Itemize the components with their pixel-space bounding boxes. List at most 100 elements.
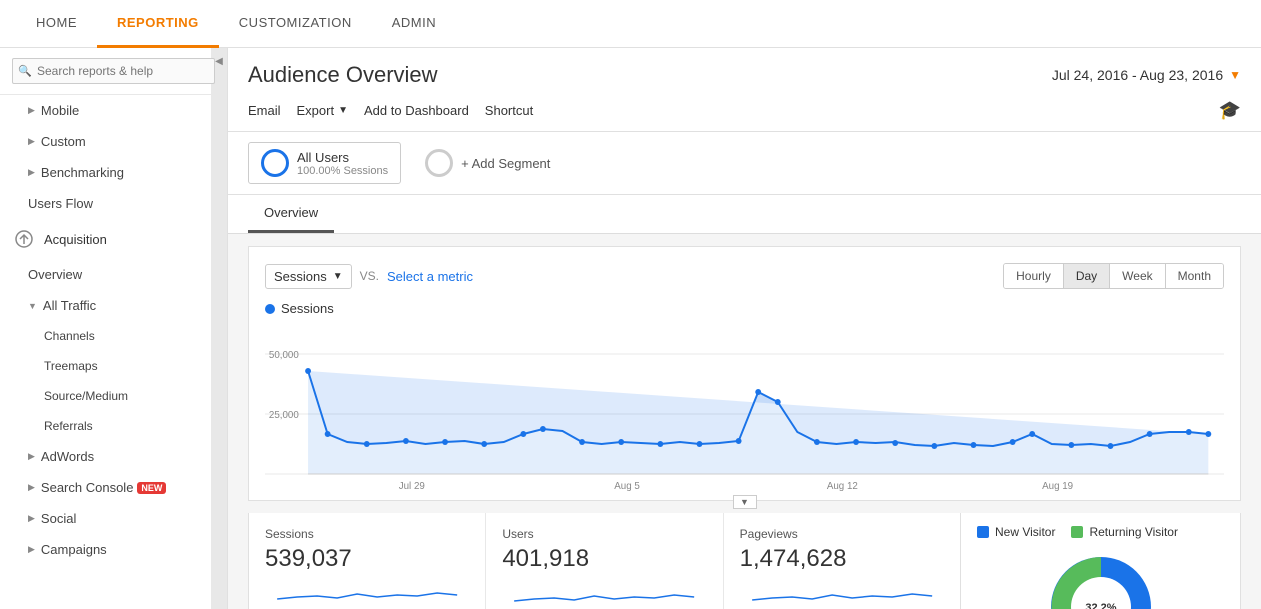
sidebar-item-label: All Traffic [43,298,96,313]
metric-dropdown-arrow-icon: ▼ [333,271,343,282]
bottom-section: Sessions 539,037 Users 401,918 [248,513,1241,609]
sidebar-item-channels[interactable]: Channels [0,321,227,351]
content-header: Audience Overview Jul 24, 2016 - Aug 23,… [228,48,1261,132]
nav-home[interactable]: HOME [16,0,97,48]
tab-overview[interactable]: Overview [248,195,334,233]
nav-reporting[interactable]: REPORTING [97,0,219,48]
stat-sessions: Sessions 539,037 [249,513,486,609]
new-visitor-dot-icon [977,526,989,538]
chart-legend: Sessions [265,301,1224,316]
sidebar-section-audience: ▶ Mobile ▶ Custom ▶ Benchmarking Users F… [0,95,227,219]
export-button[interactable]: Export ▼ [297,103,348,118]
stat-users-value: 401,918 [502,545,706,573]
add-to-dashboard-button[interactable]: Add to Dashboard [364,103,469,118]
acquisition-icon [12,227,36,251]
sidebar-item-adwords[interactable]: ▶ AdWords [0,441,227,472]
stat-users-sparkline [502,579,706,609]
all-users-segment[interactable]: All Users 100.00% Sessions [248,142,401,184]
svg-text:25,000: 25,000 [269,410,299,421]
pie-legend-returning-visitor: Returning Visitor [1071,525,1178,539]
export-label: Export [297,103,335,118]
time-btn-hourly[interactable]: Hourly [1004,264,1064,288]
stat-pageviews-label: Pageviews [740,527,944,541]
stat-users: Users 401,918 [486,513,723,609]
time-btn-week[interactable]: Week [1110,264,1165,288]
action-bar: Email Export ▼ Add to Dashboard Shortcut… [248,100,1241,131]
arrow-icon: ▼ [28,301,37,311]
email-button[interactable]: Email [248,103,281,118]
sidebar-item-search-console[interactable]: ▶ Search Console NEW [0,472,227,503]
sidebar-item-label: Source/Medium [44,389,128,403]
svg-text:Aug 19: Aug 19 [1042,481,1073,492]
arrow-icon: ▶ [28,513,35,524]
shortcut-button[interactable]: Shortcut [485,103,533,118]
arrow-icon: ▶ [28,167,35,178]
sidebar-item-label: AdWords [41,449,94,464]
search-icon: 🔍 [18,65,32,78]
sidebar-item-referrals[interactable]: Referrals [0,411,227,441]
arrow-icon: ▶ [28,451,35,462]
sidebar-item-acq-overview[interactable]: Overview [0,259,227,290]
arrow-icon: ▶ [28,544,35,555]
sidebar-item-label: Search Console [41,480,134,495]
stat-sessions-value: 539,037 [265,545,469,573]
sidebar-acquisition-label: Acquisition [44,232,107,247]
sidebar-collapse-btn[interactable]: ◀ [211,48,227,609]
sidebar-item-label: Mobile [41,103,79,118]
graduation-cap-icon[interactable]: 🎓 [1219,100,1241,121]
sidebar-item-label: Treemaps [44,359,98,373]
stat-pageviews-value: 1,474,628 [740,545,944,573]
sidebar-item-acquisition[interactable]: Acquisition [0,219,227,259]
date-range-arrow-icon: ▼ [1229,68,1241,82]
sidebar-item-all-traffic[interactable]: ▼ All Traffic [0,290,227,321]
time-btn-day[interactable]: Day [1064,264,1110,288]
segment-circle-icon [261,149,289,177]
chart-area: 50,000 25,000 [265,324,1224,484]
pie-legend-new-visitor: New Visitor [977,525,1055,539]
select-metric-btn[interactable]: Select a metric [387,269,473,284]
page-title: Audience Overview [248,62,438,88]
sidebar-item-label: Overview [28,267,82,282]
svg-text:Aug 12: Aug 12 [827,481,858,492]
sidebar-item-treemaps[interactable]: Treemaps [0,351,227,381]
returning-visitor-dot-icon [1071,526,1083,538]
pie-chart-graphic: 32.2% [977,547,1224,609]
new-badge: NEW [137,482,166,494]
legend-label: Sessions [281,301,334,316]
date-range-picker[interactable]: Jul 24, 2016 - Aug 23, 2016 ▼ [1052,67,1241,83]
sidebar-item-campaigns[interactable]: ▶ Campaigns [0,534,227,565]
pie-chart-svg: 32.2% [1041,547,1161,609]
nav-admin[interactable]: ADMIN [372,0,456,48]
date-range-label: Jul 24, 2016 - Aug 23, 2016 [1052,67,1223,83]
stats-container: Sessions 539,037 Users 401,918 [248,513,961,609]
returning-visitor-label: Returning Visitor [1089,525,1178,539]
stat-pageviews: Pageviews 1,474,628 [724,513,960,609]
time-btn-month[interactable]: Month [1166,264,1223,288]
sidebar-item-label: Users Flow [28,196,93,211]
svg-text:Jul 29: Jul 29 [399,481,426,492]
nav-customization[interactable]: CUSTOMIZATION [219,0,372,48]
sidebar: ◀ 🔍 ▶ Mobile ▶ Custom ▶ Benchmarking Use… [0,48,228,609]
sidebar-item-benchmarking[interactable]: ▶ Benchmarking [0,157,227,188]
time-controls: Hourly Day Week Month [1003,263,1224,289]
svg-text:Aug 5: Aug 5 [614,481,640,492]
add-segment-btn[interactable]: + Add Segment [413,142,562,184]
search-input[interactable] [12,58,215,84]
sidebar-item-custom[interactable]: ▶ Custom [0,126,227,157]
sidebar-item-label: Custom [41,134,86,149]
sessions-chart: 50,000 25,000 [265,324,1224,494]
search-box-container: 🔍 [0,48,227,95]
tab-bar: Overview [228,195,1261,234]
sidebar-item-label: Benchmarking [41,165,124,180]
metric-selector: Sessions ▼ VS. Select a metric [265,264,473,289]
metric-label: Sessions [274,269,327,284]
sidebar-item-social[interactable]: ▶ Social [0,503,227,534]
stat-sessions-label: Sessions [265,527,469,541]
metric-dropdown[interactable]: Sessions ▼ [265,264,352,289]
sidebar-item-users-flow[interactable]: Users Flow [0,188,227,219]
sidebar-item-source-medium[interactable]: Source/Medium [0,381,227,411]
stat-sessions-sparkline [265,579,469,609]
sidebar-item-mobile[interactable]: ▶ Mobile [0,95,227,126]
main-content: Audience Overview Jul 24, 2016 - Aug 23,… [228,48,1261,609]
chart-expand-btn[interactable]: ▼ [733,495,757,509]
